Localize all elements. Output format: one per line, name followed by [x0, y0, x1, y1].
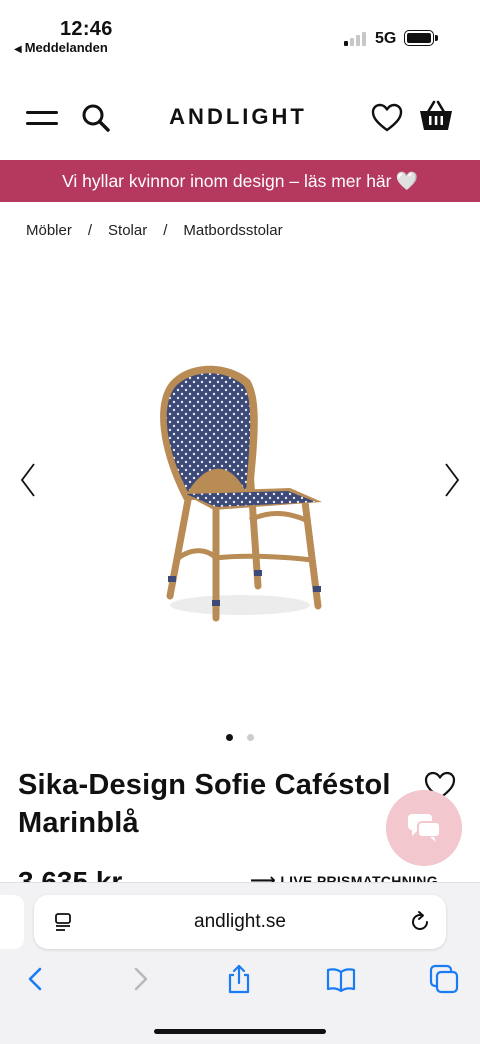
battery-icon [404, 30, 438, 46]
share-icon[interactable] [223, 963, 255, 995]
browser-toolbar: andlight.se [0, 882, 480, 1044]
gallery-pagination [0, 728, 480, 746]
product-title: Sika-Design Sofie Caféstol Marinblå [18, 769, 391, 839]
site-logo[interactable]: ANDLIGHT [0, 104, 476, 130]
status-bar: 12:46 ◀ Meddelanden 5G [0, 0, 480, 62]
url-text: andlight.se [194, 911, 286, 932]
back-to-app-link[interactable]: ◀ Meddelanden [14, 40, 108, 55]
chat-bubbles-icon [408, 814, 441, 842]
breadcrumb: Möbler / Stolar / Matbordsstolar [26, 222, 283, 239]
back-app-label: Meddelanden [24, 40, 108, 55]
breadcrumb-separator: / [87, 222, 93, 239]
back-icon[interactable] [20, 963, 52, 995]
reload-icon[interactable] [408, 910, 432, 939]
white-heart-icon: 🤍 [395, 171, 418, 191]
previous-tab-preview[interactable] [0, 895, 24, 949]
breadcrumb-item[interactable]: Stolar [108, 222, 147, 239]
basket-icon[interactable] [418, 98, 454, 134]
network-label: 5G [375, 30, 397, 47]
wishlist-heart-icon[interactable] [370, 102, 404, 134]
product-gallery[interactable] [0, 300, 480, 710]
promo-text: Vi hyllar kvinnor inom design – läs mer … [62, 171, 392, 191]
tabs-icon[interactable] [428, 963, 460, 995]
address-bar[interactable]: andlight.se [34, 895, 446, 949]
product-image[interactable] [140, 360, 340, 630]
gallery-dot[interactable] [247, 734, 254, 741]
signal-icon [344, 32, 368, 46]
breadcrumb-separator: / [163, 222, 168, 239]
promo-banner[interactable]: Vi hyllar kvinnor inom design – läs mer … [0, 160, 480, 202]
home-indicator[interactable] [154, 1029, 326, 1034]
breadcrumb-item[interactable]: Möbler [26, 222, 72, 239]
chat-button[interactable] [386, 790, 462, 866]
gallery-prev-chevron-icon[interactable] [18, 462, 38, 498]
forward-icon[interactable] [124, 963, 156, 995]
gallery-dot-active[interactable] [226, 734, 233, 741]
bookmarks-icon[interactable] [325, 963, 357, 995]
gallery-next-chevron-icon[interactable] [442, 462, 462, 498]
back-triangle-icon: ◀ [14, 44, 22, 55]
status-time: 12:46 [60, 18, 113, 40]
breadcrumb-item[interactable]: Matbordsstolar [183, 222, 282, 239]
site-header: ANDLIGHT [0, 88, 480, 144]
